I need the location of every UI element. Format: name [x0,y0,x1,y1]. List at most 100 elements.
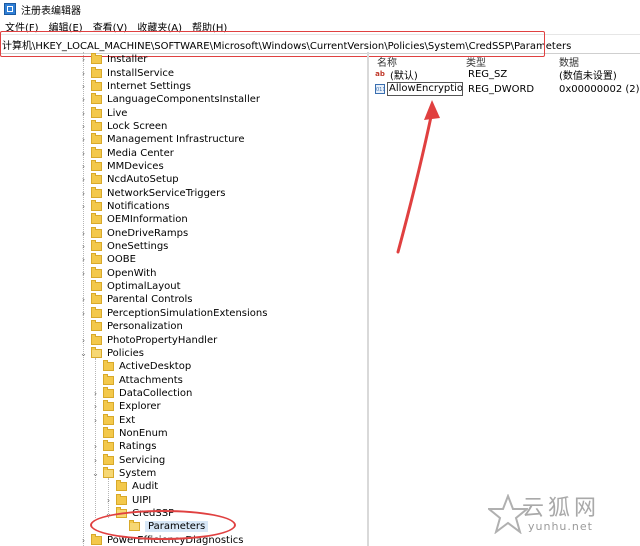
menu-view[interactable]: 查看(V) [88,19,133,34]
tree-item[interactable]: › Servicing [91,453,165,467]
value-row-allowencryption[interactable]: 011 AllowEncryptio... REG_DWORD 0x000000… [371,82,640,96]
tree-item-label: Policies [107,347,144,359]
tree-item[interactable]: Attachments [91,373,183,386]
expand-chevron-icon[interactable]: › [79,95,88,104]
tree-item[interactable]: › PowerEfficiencyDiagnostics [79,533,243,546]
tree-item[interactable]: › Lock Screen [79,119,167,133]
expand-chevron-icon[interactable]: › [79,69,88,78]
expand-chevron-icon[interactable]: › [79,82,88,91]
folder-icon [91,533,102,545]
expand-chevron-icon[interactable]: › [79,202,88,211]
tree-item[interactable]: Audit [104,480,158,493]
tree-item-label: NetworkServiceTriggers [107,187,226,199]
folder-icon [116,493,127,505]
tree-item[interactable]: › Live [79,106,127,119]
tree-item-label: OEMInformation [107,214,188,226]
menu-file[interactable]: 文件(F) [0,19,44,34]
tree-item[interactable]: › InstallService [79,66,174,79]
collapse-chevron-icon[interactable]: ⌄ [79,349,88,358]
expand-chevron-icon[interactable]: › [79,269,88,278]
watermark-text-en: yunhu.net [528,520,593,533]
expand-chevron-icon[interactable]: › [91,389,100,398]
tree-item-label: CredSSP [132,508,175,520]
expand-chevron-icon[interactable]: › [104,496,113,505]
values-pane[interactable]: 名称 类型 数据 ab (默认) REG_SZ (数值未设置) 011 Allo… [371,52,640,546]
expand-chevron-icon[interactable]: › [91,402,100,411]
expand-chevron-icon[interactable]: › [79,162,88,171]
tree-item[interactable]: › Ext [91,413,135,426]
tree-item[interactable]: › Media Center [79,146,174,159]
address-bar[interactable]: 计算机\HKEY_LOCAL_MACHINE\SOFTWARE\Microsof… [0,34,640,54]
expand-chevron-icon[interactable]: › [79,55,88,64]
tree-item[interactable]: › UIPI [104,493,151,507]
tree-item[interactable]: › Notifications [79,200,170,213]
expand-chevron-icon[interactable]: › [79,242,88,251]
tree-item[interactable]: › OOBE [79,253,136,266]
tree-item-label: Parameters [145,521,209,533]
tree-item[interactable]: Parameters [117,520,209,533]
expand-chevron-icon[interactable]: › [79,536,88,545]
menu-favorites[interactable]: 收藏夹(A) [132,19,187,34]
expand-chevron-icon[interactable]: › [79,189,88,198]
registry-editor-icon [4,3,16,15]
expand-chevron-icon[interactable]: › [79,255,88,264]
expand-chevron-icon[interactable]: › [79,229,88,238]
value-row-default[interactable]: ab (默认) REG_SZ (数值未设置) [371,67,640,82]
tree-item[interactable]: › Ratings [91,440,156,453]
expand-chevron-icon[interactable]: › [79,109,88,118]
collapse-chevron-icon[interactable]: ⌄ [104,509,113,518]
tree-item[interactable]: ⌄ CredSSP [104,507,174,520]
tree-item[interactable]: › DataCollection [91,386,192,400]
tree-item[interactable]: › NetworkServiceTriggers [79,186,226,200]
tree-item[interactable]: OptimalLayout [79,280,181,293]
tree-item[interactable]: › Installer [79,53,147,66]
tree-item[interactable]: ⌄ System [91,467,156,480]
folder-icon [103,400,114,412]
menu-help[interactable]: 帮助(H) [187,19,232,34]
tree-item[interactable]: NonEnum [91,426,168,440]
tree-item[interactable]: OEMInformation [79,213,188,226]
expand-chevron-icon[interactable]: › [91,456,100,465]
expand-chevron-icon[interactable]: › [79,295,88,304]
folder-icon [91,106,102,118]
tree-item[interactable]: ActiveDesktop [91,360,191,373]
menu-edit[interactable]: 编辑(E) [44,19,88,34]
expand-chevron-icon[interactable]: › [79,149,88,158]
tree-item[interactable]: › OneSettings [79,240,168,253]
tree-item[interactable]: › Explorer [91,400,161,413]
expand-chevron-icon[interactable]: › [79,122,88,131]
folder-icon [91,200,102,212]
tree-item[interactable]: › PerceptionSimulationExtensions [79,306,268,320]
watermark-text-cn: 云狐网 [522,496,601,521]
window-title: 注册表编辑器 [21,5,81,17]
expand-chevron-icon[interactable]: › [79,309,88,318]
expand-chevron-icon[interactable]: › [79,175,88,184]
tree-item[interactable]: › OneDriveRamps [79,226,189,240]
tree-item[interactable]: › PhotoPropertyHandler [79,333,217,346]
expand-chevron-icon[interactable]: › [79,135,88,144]
value-type: REG_DWORD [468,83,535,95]
tree-item[interactable]: Personalization [79,320,183,333]
tree-item[interactable]: › NcdAutoSetup [79,173,179,186]
tree-item[interactable]: › Internet Settings [79,79,191,93]
tree-item-label: ActiveDesktop [119,361,192,373]
title-bar: 注册表编辑器 [0,0,640,18]
tree-item[interactable]: › MMDevices [79,159,164,173]
expand-chevron-icon[interactable]: › [91,442,100,451]
tree-item-label: PerceptionSimulationExtensions [107,307,268,319]
tree-item[interactable]: › Parental Controls [79,293,192,306]
address-path[interactable]: 计算机\HKEY_LOCAL_MACHINE\SOFTWARE\Microsof… [0,37,571,52]
expand-chevron-icon[interactable]: › [79,336,88,345]
tree-item[interactable]: › Management Infrastructure [79,133,244,146]
expand-chevron-icon[interactable]: › [91,416,100,425]
tree-item-label: Parental Controls [107,294,193,306]
folder-icon [116,480,127,492]
value-name-edit-field[interactable]: AllowEncryptio... [387,82,463,96]
key-tree[interactable]: › Installer › InstallService › Internet Setti… [0,52,369,546]
tree-item-label: OneDriveRamps [107,227,189,239]
tree-item[interactable]: › LanguageComponentsInstaller [79,93,260,106]
folder-icon [91,240,102,252]
collapse-chevron-icon[interactable]: ⌄ [91,469,100,478]
tree-item[interactable]: › OpenWith [79,266,156,280]
tree-item[interactable]: ⌄ Policies [79,346,144,360]
